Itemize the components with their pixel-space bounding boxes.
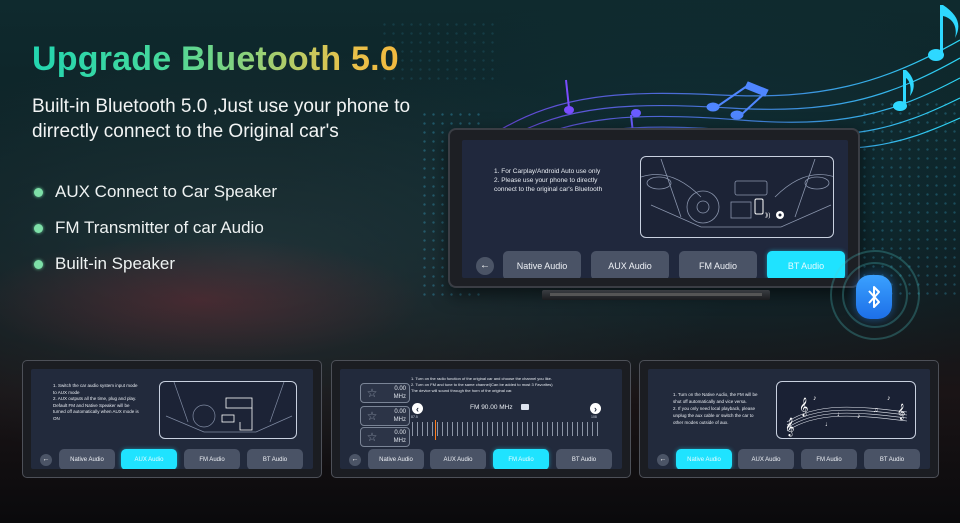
device-mount [542,290,770,300]
back-button[interactable]: ← [657,453,669,466]
music-note-icon [928,5,959,61]
fm-audio-button[interactable]: FM Audio [493,449,549,469]
car-aux-cable-icon [165,382,293,433]
native-audio-button[interactable]: Native Audio [368,449,424,469]
frequency-display: FM 90.00 MHz [470,404,513,411]
svg-text:♪: ♪ [857,413,861,420]
audio-mode-buttons: ← Native Audio AUX Audio FM Audio BT Aud… [657,449,920,469]
range-min-label: 87.5 [411,415,418,419]
instructions-text: 1. Switch the car audio system input mod… [53,383,139,421]
feature-item: AUX Connect to Car Speaker [34,174,277,210]
bluetooth-sound-icon: ⟫) [765,212,770,219]
aux-audio-button[interactable]: AUX Audio [430,449,486,469]
svg-text:♪: ♪ [813,395,817,402]
device-screen: 1. For Carplay/Android Auto use only 2. … [462,140,848,278]
device-screen: 1. Switch the car audio system input mod… [31,369,313,469]
fm-audio-button[interactable]: FM Audio [184,449,240,469]
native-audio-button[interactable]: Native Audio [59,449,115,469]
native-audio-button[interactable]: Native Audio [676,449,732,469]
back-button[interactable]: ← [349,453,361,466]
instructions-text: 1. Turn on the radio function of the ori… [411,376,553,393]
aux-audio-button[interactable]: AUX Audio [591,251,669,278]
back-button[interactable]: ← [40,453,52,466]
music-staff-illustration: 𝄞 𝄞 𝄞 ♪ ♩ ♪ ♫ ♪ ♩ [776,381,916,439]
fm-device-screen: ☆ 0.00 MHz ☆ 0.00 MHz ☆ 0.00 MHz 1. Turn on… [331,360,631,478]
native-audio-button[interactable]: Native Audio [503,251,581,278]
bullet-dot-icon [34,259,43,269]
svg-text:♩: ♩ [837,411,844,418]
device-screen: ☆ 0.00 MHz ☆ 0.00 MHz ☆ 0.00 MHz 1. Turn on… [340,369,622,469]
bt-audio-button[interactable]: BT Audio [767,251,845,278]
device-screen: 1. Turn on the Native Audio, the FM will… [648,369,930,469]
favorite-slot[interactable]: ☆ 0.00 MHz [360,383,410,403]
music-note-icon [706,81,769,120]
bluetooth-icon [856,275,892,319]
frequency-dial[interactable] [412,422,598,436]
frequency-needle[interactable] [434,420,437,440]
back-button[interactable]: ← [476,256,494,275]
bullet-dot-icon [34,223,43,233]
native-device-screen: 1. Turn on the Native Audio, the FM will… [639,360,939,478]
audio-mode-buttons: ← Native Audio AUX Audio FM Audio BT Aud… [476,251,845,278]
audio-mode-buttons: ← Native Audio AUX Audio FM Audio BT Aud… [349,449,612,469]
feature-item: FM Transmitter of car Audio [34,210,277,246]
instructions-text: 1. Turn on the Native Audio, the FM will… [673,392,758,425]
music-note-icon [893,70,914,111]
feature-list: AUX Connect to Car Speaker FM Transmitte… [34,174,277,282]
audio-mode-buttons: ← Native Audio AUX Audio FM Audio BT Aud… [40,449,303,469]
range-max-label: 108 [591,415,597,419]
aux-audio-button[interactable]: AUX Audio [121,449,177,469]
favorite-slot[interactable]: ☆ 0.00 MHz [360,427,410,447]
star-icon: ☆ [366,409,378,423]
car-dashboard-icon: ⟫) [641,158,833,228]
bt-audio-button[interactable]: BT Audio [556,449,612,469]
bt-audio-button[interactable]: BT Audio [864,449,920,469]
fm-audio-button[interactable]: FM Audio [679,251,757,278]
music-staff-icon: 𝄞 𝄞 𝄞 ♪ ♩ ♪ ♫ ♪ ♩ [785,395,908,437]
star-icon: ☆ [366,386,378,400]
headline: Upgrade Bluetooth 5.0 [32,40,399,78]
svg-text:𝄞: 𝄞 [785,418,794,437]
promo-banner: Upgrade Bluetooth 5.0 Built-in Bluetooth… [0,0,960,523]
next-frequency-button[interactable]: › [590,403,601,414]
svg-text:♩: ♩ [825,421,832,428]
favorite-slot[interactable]: ☆ 0.00 MHz [360,406,410,426]
music-note-icon [564,79,574,114]
star-icon: ☆ [366,430,378,444]
feature-item: Built-in Speaker [34,246,277,282]
instructions-text: 1. For Carplay/Android Auto use only 2. … [494,168,603,193]
car-interior-illustration [159,381,297,439]
fm-audio-button[interactable]: FM Audio [801,449,857,469]
svg-text:𝄞: 𝄞 [897,403,905,420]
main-device-bt-screen: 1. For Carplay/Android Auto use only 2. … [448,128,860,288]
bullet-dot-icon [34,187,43,197]
prev-frequency-button[interactable]: ‹ [412,403,423,414]
stereo-icon [521,404,529,410]
bt-audio-button[interactable]: BT Audio [247,449,303,469]
subtitle: Built-in Bluetooth 5.0 ,Just use your ph… [32,96,411,142]
svg-text:♫: ♫ [873,407,878,414]
aux-device-screen: 1. Switch the car audio system input mod… [22,360,322,478]
svg-text:♪: ♪ [887,395,891,402]
svg-text:𝄞: 𝄞 [799,398,808,417]
aux-audio-button[interactable]: AUX Audio [738,449,794,469]
car-interior-illustration: ⟫) [640,156,834,238]
